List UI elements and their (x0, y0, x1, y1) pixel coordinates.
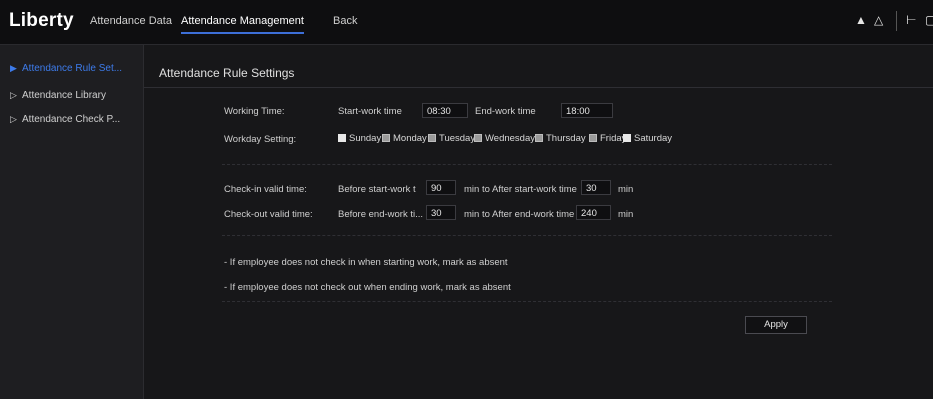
header-divider (896, 11, 897, 31)
workday-monday-checkbox[interactable]: Monday (382, 133, 427, 144)
working-time-label: Working Time: (224, 106, 285, 117)
triangle-right-outline-icon: ▷ (10, 114, 17, 124)
checkbox-label: Tuesday (439, 133, 476, 144)
apply-button[interactable]: Apply (745, 316, 807, 334)
section-divider (222, 301, 832, 302)
fullscreen-icon[interactable]: ▢ (925, 13, 933, 27)
before-start-work-label: Before start-work t (338, 184, 416, 195)
check-out-unit-label: min (618, 209, 634, 220)
user-icon[interactable]: △ (874, 13, 883, 27)
triangle-right-outline-icon: ▷ (10, 90, 17, 100)
top-bar: Liberty Attendance Data Attendance Manag… (0, 0, 933, 45)
before-end-work-input[interactable]: 30 (426, 205, 456, 220)
workday-sunday-checkbox[interactable]: Sunday (338, 133, 381, 144)
checkbox-label: Wednesday (485, 133, 535, 144)
checkbox-checked-icon (535, 134, 543, 143)
section-divider (222, 164, 832, 165)
checkbox-checked-icon (474, 134, 482, 143)
bell-icon[interactable]: ▲ (855, 13, 867, 27)
check-in-valid-time-label: Check-in valid time: (224, 184, 307, 195)
page-title: Attendance Rule Settings (159, 66, 295, 80)
nav-attendance-management[interactable]: Attendance Management (181, 15, 304, 34)
triangle-right-filled-icon: ▶ (10, 63, 17, 73)
nav-attendance-data[interactable]: Attendance Data (90, 15, 172, 27)
sidebar-item-attendance-library[interactable]: ▷ Attendance Library (10, 90, 106, 101)
sidebar-item-label: Attendance Rule Set... (22, 63, 123, 74)
checkbox-label: Saturday (634, 133, 673, 144)
workday-thursday-checkbox[interactable]: Thursday (535, 133, 586, 144)
before-end-work-label: Before end-work ti... (338, 209, 424, 220)
logout-icon[interactable]: ⊢ (906, 13, 916, 27)
check-in-unit-label: min (618, 184, 634, 195)
sidebar-item-label: Attendance Check P... (22, 114, 121, 125)
after-end-work-input[interactable]: 240 (576, 205, 611, 220)
checkbox-label: Sunday (349, 133, 382, 144)
sidebar-item-label: Attendance Library (22, 90, 106, 101)
main-panel: Attendance Rule Settings Working Time: S… (144, 45, 933, 399)
after-start-work-label: min to After start-work time (464, 184, 577, 195)
end-work-time-input[interactable]: 18:00 (561, 103, 613, 118)
checkbox-unchecked-icon (623, 134, 631, 143)
checkbox-label: Monday (393, 133, 427, 144)
before-start-work-input[interactable]: 90 (426, 180, 456, 195)
checkbox-checked-icon (382, 134, 390, 143)
section-divider (222, 235, 832, 236)
checkbox-unchecked-icon (338, 134, 346, 143)
check-out-valid-time-label: Check-out valid time: (224, 209, 313, 220)
sidebar: ▶ Attendance Rule Set... ▷ Attendance Libr… (0, 45, 144, 399)
after-start-work-input[interactable]: 30 (581, 180, 611, 195)
workday-setting-label: Workday Setting: (224, 134, 297, 145)
workday-saturday-checkbox[interactable]: Saturday (623, 133, 672, 144)
start-work-time-label: Start-work time (338, 106, 402, 117)
absent-checkout-note: - If employee does not check out when en… (224, 282, 511, 293)
after-end-work-label: min to After end-work time (464, 209, 575, 220)
sidebar-item-attendance-rule-settings[interactable]: ▶ Attendance Rule Set... (10, 63, 122, 74)
checkbox-label: Thursday (546, 133, 586, 144)
title-divider (144, 87, 933, 88)
end-work-time-label: End-work time (475, 106, 536, 117)
checkbox-checked-icon (589, 134, 597, 143)
nav-back[interactable]: Back (333, 15, 357, 27)
sidebar-item-attendance-check-point[interactable]: ▷ Attendance Check P... (10, 114, 120, 125)
workday-wednesday-checkbox[interactable]: Wednesday (474, 133, 535, 144)
start-work-time-input[interactable]: 08:30 (422, 103, 468, 118)
workday-tuesday-checkbox[interactable]: Tuesday (428, 133, 475, 144)
app-logo: Liberty (9, 10, 74, 31)
absent-checkin-note: - If employee does not check in when sta… (224, 257, 508, 268)
workday-friday-checkbox[interactable]: Friday (589, 133, 626, 144)
checkbox-checked-icon (428, 134, 436, 143)
